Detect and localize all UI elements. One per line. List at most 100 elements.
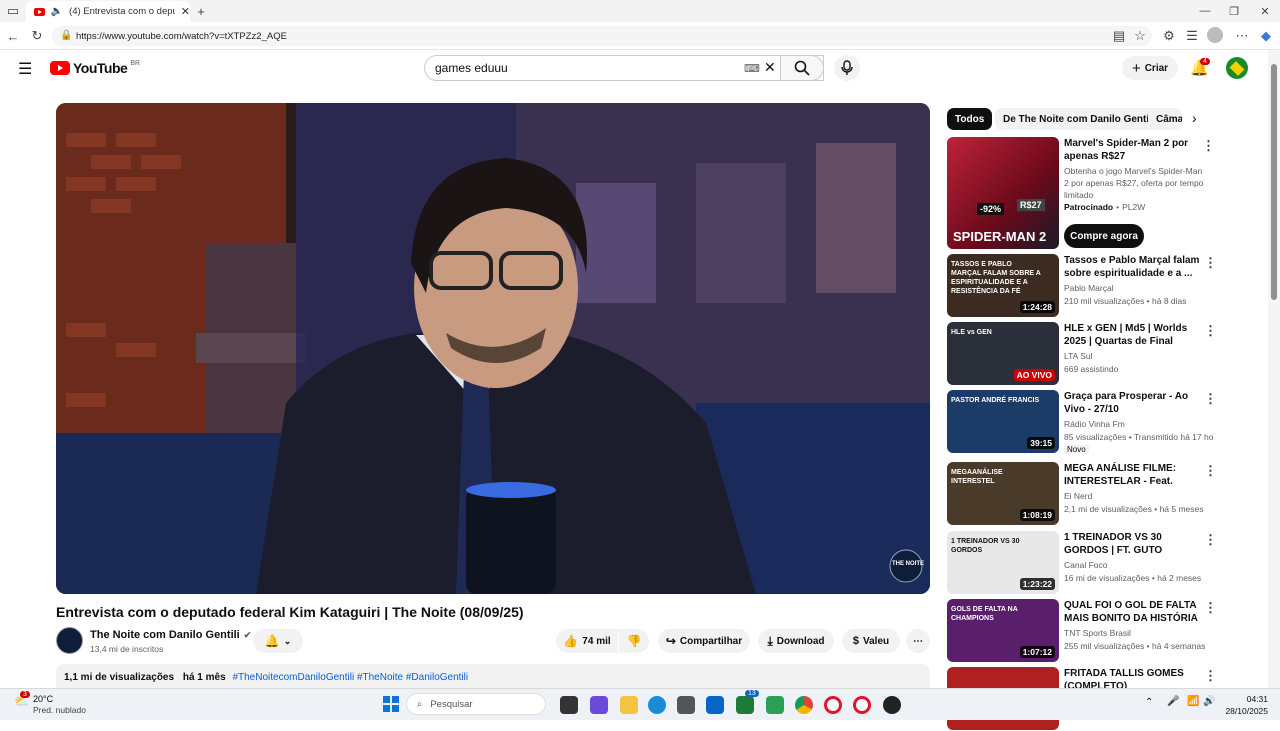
wifi-icon[interactable]: 📶 (1187, 696, 1199, 707)
recommendation-more-icon[interactable]: ⋮ (1204, 323, 1217, 339)
close-window-icon[interactable]: ✕ (1256, 2, 1274, 20)
recommendation-item[interactable]: TASSOS E PABLO MARÇAL FALAM SOBRE A ESPI… (947, 254, 1217, 318)
file-explorer-icon[interactable] (620, 696, 638, 714)
create-button[interactable]: + Criar (1122, 56, 1178, 80)
recommendation-item[interactable]: GOLS DE FALTA NA CHAMPIONS 1:07:12 QUAL … (947, 599, 1217, 663)
channel-avatar[interactable] (56, 627, 83, 654)
tab-close-icon[interactable]: ✕ (181, 5, 190, 18)
minimize-icon[interactable]: — (1196, 2, 1214, 20)
tab-actions-icon[interactable]: ▭ (4, 2, 22, 20)
chip-all[interactable]: Todos (947, 108, 993, 130)
edge-icon[interactable] (648, 696, 666, 714)
channel-name[interactable]: The Noite com Danilo Gentili (90, 629, 240, 641)
recommendation-title[interactable]: Graça para Prosperar - Ao Vivo - 27/10 (1064, 390, 1202, 416)
recommendation-title[interactable]: MEGA ANÁLISE FILME: INTERESTELAR - Feat.… (1064, 462, 1202, 488)
recommendation-more-icon[interactable]: ⋮ (1204, 255, 1217, 271)
outlook-icon[interactable] (706, 696, 724, 714)
chip-camara[interactable]: Câmara (1148, 108, 1182, 130)
clock-date[interactable]: 28/10/2025 (1218, 706, 1268, 716)
favorite-star-icon[interactable]: ☆ (1131, 27, 1149, 45)
chrome-icon[interactable] (795, 696, 813, 714)
ad-cta-button[interactable]: Compre agora (1064, 224, 1144, 248)
clock-time[interactable]: 04:31 (1228, 694, 1268, 704)
keyboard-icon[interactable]: ⌨ (744, 62, 760, 75)
page-scrollbar[interactable] (1268, 50, 1280, 688)
hashtags[interactable]: #TheNoitecomDaniloGentili #TheNoite #Dan… (232, 672, 468, 683)
opera-icon[interactable] (824, 696, 842, 714)
recommendation-item[interactable]: MEGAANÁLISE INTERESTEL 1:08:19 MEGA ANÁL… (947, 462, 1217, 526)
snipping-icon[interactable] (766, 696, 784, 714)
tray-chevron-icon[interactable]: ⌃ (1145, 697, 1153, 708)
excel-icon[interactable] (736, 696, 754, 714)
ad-thumbnail[interactable]: -92% R$27 SPIDER-MAN 2 (947, 137, 1059, 249)
speaker-icon[interactable]: 🔈 (51, 6, 63, 17)
recommendation-more-icon[interactable]: ⋮ (1204, 463, 1217, 479)
more-actions-button[interactable]: ⋯ (906, 629, 930, 653)
recommendation-channel[interactable]: Canal Foco (1064, 559, 1214, 572)
recommendation-item[interactable]: 1 TREINADOR VS 30 GORDOS 1:23:22 1 TREIN… (947, 531, 1217, 595)
recommendation-item[interactable]: HLE vs GEN AO VIVO HLE x GEN | Md5 | Wor… (947, 322, 1217, 386)
reload-icon[interactable]: ↻ (28, 27, 46, 45)
video-player[interactable]: THE NOITE (56, 103, 930, 594)
recommendation-more-icon[interactable]: ⋮ (1204, 600, 1217, 616)
extensions-icon[interactable]: ⚙ (1160, 27, 1178, 45)
recommendation-thumbnail[interactable]: TASSOS E PABLO MARÇAL FALAM SOBRE A ESPI… (947, 254, 1059, 317)
profile-avatar[interactable] (1207, 27, 1223, 43)
recommendation-channel[interactable]: Pablo Marçal (1064, 282, 1214, 295)
recommendation-title[interactable]: QUAL FOI O GOL DE FALTA MAIS BONITO DA H… (1064, 599, 1202, 625)
favorites-icon[interactable]: ☰ (1183, 27, 1201, 45)
chip-channel[interactable]: De The Noite com Danilo Gentili (995, 108, 1163, 130)
ad-title[interactable]: Marvel's Spider-Man 2 por apenas R$27 (1064, 137, 1202, 163)
new-tab-icon[interactable]: + (192, 2, 210, 20)
scrollbar-thumb[interactable] (1271, 64, 1277, 300)
back-icon[interactable]: ← (4, 27, 22, 45)
start-windows-icon[interactable] (383, 696, 399, 717)
more-menu-icon[interactable]: ⋯ (1233, 27, 1251, 45)
taskview-icon[interactable] (560, 696, 578, 714)
dislike-button[interactable]: 👎 (619, 629, 649, 653)
voice-search-button[interactable] (834, 55, 860, 81)
recommendation-more-icon[interactable]: ⋮ (1204, 532, 1217, 548)
recommendation-title[interactable]: Tassos e Pablo Marçal falam sobre espiri… (1064, 254, 1202, 280)
recommendation-thumbnail[interactable]: MEGAANÁLISE INTERESTEL 1:08:19 (947, 462, 1059, 525)
recommendation-thumbnail[interactable]: HLE vs GEN AO VIVO (947, 322, 1059, 385)
like-button[interactable]: 👍 74 mil (556, 629, 618, 653)
recommendation-more-icon[interactable]: ⋮ (1204, 391, 1217, 407)
notification-count-badge: 4 (1200, 58, 1210, 65)
recommendation-title[interactable]: HLE x GEN | Md5 | Worlds 2025 | Quartas … (1064, 322, 1202, 348)
recommendation-thumbnail[interactable]: 1 TREINADOR VS 30 GORDOS 1:23:22 (947, 531, 1059, 594)
ad-more-icon[interactable]: ⋮ (1202, 138, 1215, 154)
copilot-app-icon[interactable] (590, 696, 608, 714)
menu-icon[interactable]: ☰ (18, 59, 32, 79)
subscription-bell-button[interactable]: 🔔 ⌄ (253, 629, 303, 653)
account-avatar[interactable] (1226, 57, 1248, 79)
thanks-button[interactable]: $ Valeu (842, 629, 900, 653)
recommendation-channel[interactable]: TNT Sports Brasil (1064, 627, 1214, 640)
copilot-icon[interactable]: ◆ (1257, 27, 1275, 45)
search-button[interactable] (780, 55, 824, 81)
taskbar-search[interactable]: ⌕ Pesquisar (406, 693, 546, 715)
reader-icon[interactable]: ▤ (1110, 27, 1128, 45)
recommendation-thumbnail[interactable]: GOLS DE FALTA NA CHAMPIONS 1:07:12 (947, 599, 1059, 662)
github-desktop-icon[interactable] (883, 696, 901, 714)
recommendation-title[interactable]: 1 TREINADOR VS 30 GORDOS | FT. GUTO GALA… (1064, 531, 1202, 557)
youtube-logo[interactable]: YouTube BR (50, 60, 140, 76)
store-icon[interactable] (677, 696, 695, 714)
share-button[interactable]: ↪ Compartilhar (658, 629, 750, 653)
clear-search-icon[interactable]: ✕ (764, 59, 776, 76)
address-field[interactable]: 🔒 https://www.youtube.com/watch?v=tXTPZz… (52, 26, 1152, 46)
recommendation-channel[interactable]: LTA Sul (1064, 350, 1214, 363)
site-info-icon[interactable]: 🔒 (60, 30, 72, 41)
recommendation-thumbnail[interactable]: PASTOR ANDRÉ FRANCIS 39:15 (947, 390, 1059, 453)
opera-gx-icon[interactable] (853, 696, 871, 714)
download-button[interactable]: ⤓ Download (758, 629, 834, 653)
recommendation-more-icon[interactable]: ⋮ (1204, 668, 1217, 684)
tray-mic-icon[interactable]: 🎤 (1167, 696, 1179, 707)
volume-icon[interactable]: 🔊 (1203, 696, 1215, 707)
browser-tab-active[interactable]: 🔈 (4) Entrevista com o deputad ✕ (26, 1, 190, 22)
restore-icon[interactable]: ❐ (1225, 2, 1243, 20)
chevron-right-icon[interactable]: › (1192, 110, 1197, 126)
recommendation-item[interactable]: PASTOR ANDRÉ FRANCIS 39:15 Graça para Pr… (947, 390, 1217, 454)
recommendation-channel[interactable]: Ei Nerd (1064, 490, 1214, 503)
recommendation-channel[interactable]: Rádio Vinha Fm (1064, 418, 1214, 431)
